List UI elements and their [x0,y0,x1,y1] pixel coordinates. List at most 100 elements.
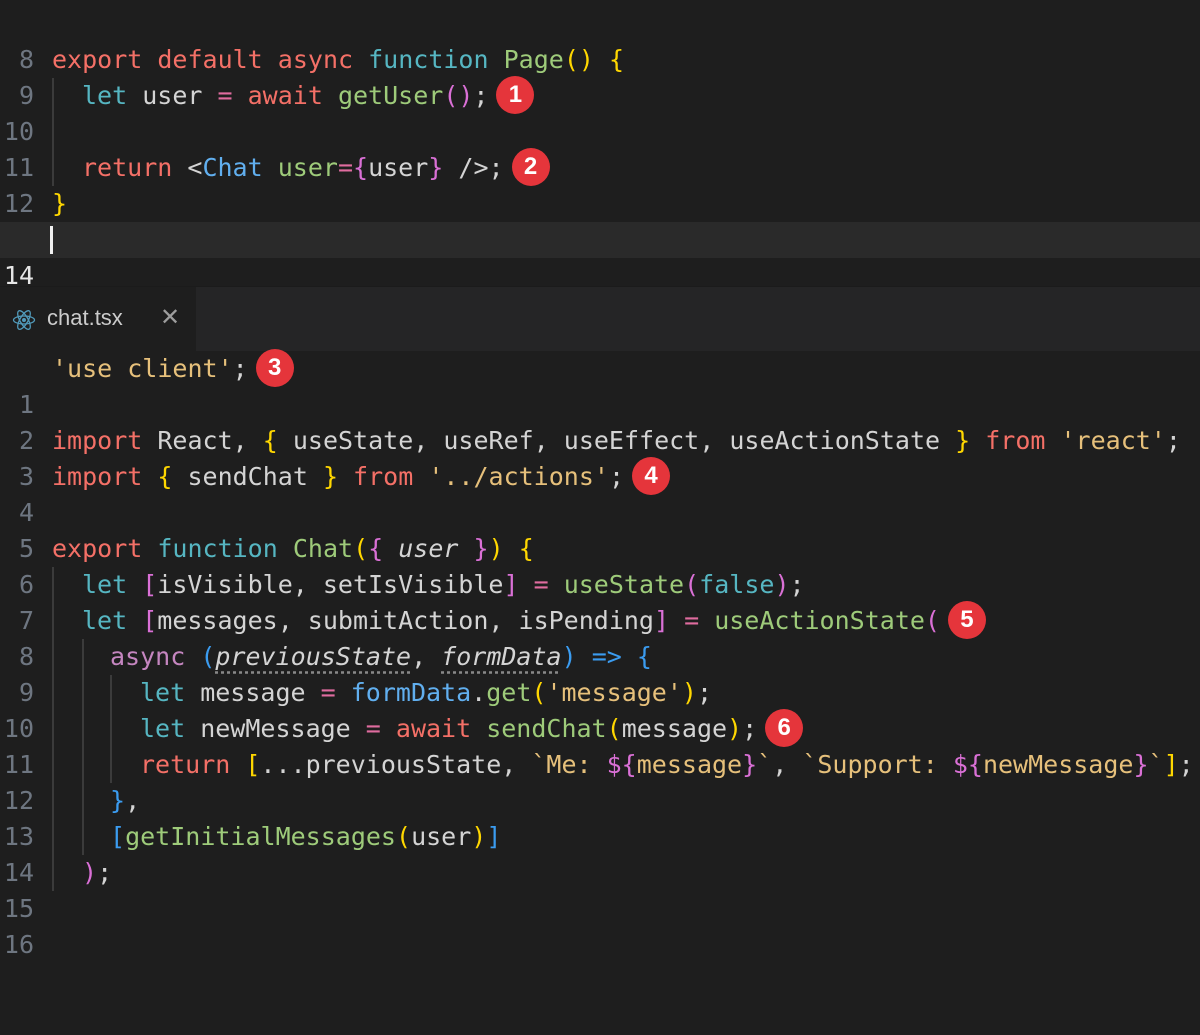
token: { [636,642,652,671]
token: ( [353,534,369,563]
token: useState [563,570,685,599]
token: Chat [292,534,354,563]
annotation-badge: 3 [255,349,294,387]
token: false [699,570,775,599]
token: } [110,786,126,815]
token: await [380,714,487,743]
code-line[interactable]: 11 [0,114,1200,182]
token: formData [335,678,472,707]
code-line[interactable]: 8 [0,6,1200,74]
code-text: let newMessage = await sendChat(message)… [140,709,804,749]
code-text: [getInitialMessages(user)] [110,819,501,855]
token: ) [561,642,577,671]
code-line[interactable]: 13 } [0,186,1200,254]
code-text: let message = formData.get('message'); [140,675,712,711]
indent-guide [110,747,112,783]
token: ( [531,678,547,707]
code-line[interactable]: 6 export function Chat({ user }) { [0,531,1200,599]
token: React, [142,426,263,455]
indent-guide [82,783,84,819]
token: `Me: [531,750,607,779]
token: message [636,750,743,779]
token: isVisible, setIsVisible [157,570,504,599]
code-line[interactable]: 2 [0,387,1200,455]
token: ] [653,606,670,635]
code-line[interactable]: 14 [getInitialMessages(user)] [0,819,1200,887]
token: '../actions' [428,462,609,491]
token: 'use client' [52,354,233,383]
code-line[interactable]: 13 }, [0,783,1200,851]
token: get [486,678,532,707]
token: ) [774,570,790,599]
code-line[interactable]: 1 'use client'; 3 [0,349,1200,419]
token: message [621,714,728,743]
token: { [609,45,625,74]
indent-guide [82,711,84,747]
token: ; [97,858,113,887]
code-line[interactable]: 16 [0,891,1200,959]
code-text: let [messages, submitAction, isPending] … [82,601,986,641]
token: { [142,462,173,491]
code-line[interactable]: 10 let message = formData.get('message')… [0,675,1200,743]
top-editor-pane[interactable]: 8 9 export default async function Page()… [0,6,1200,290]
token: useActionState [714,606,925,635]
annotation-badge: 2 [511,148,550,186]
code-line[interactable]: 9 async (previousState, formData) => { [0,639,1200,707]
token: ; [488,153,504,182]
token: ; [608,462,624,491]
token: getUser [337,81,444,110]
token: ...previousState, [260,750,532,779]
token: { [353,153,369,182]
indent-guide [52,114,54,150]
token: ( [684,570,700,599]
code-line[interactable]: 4 import { sendChat } from '../actions';… [0,457,1200,527]
close-icon[interactable]: ✕ [160,287,180,349]
token: user [142,81,203,110]
code-line[interactable]: 12 return [...previousState, `Me: ${mess… [0,747,1200,815]
code-line[interactable]: 7 let [isVisible, setIsVisible] = useSta… [0,567,1200,635]
code-line[interactable]: 9 export default async function Page() { [0,42,1200,110]
token: let [82,570,128,599]
token: ; [1178,750,1194,779]
indent-guide [82,675,84,711]
code-line[interactable]: 8 let [messages, submitAction, isPending… [0,601,1200,671]
indent-guide [52,78,54,114]
token: user [277,153,338,182]
token: = [365,714,381,743]
token: [ [110,822,126,851]
token: ; [232,354,248,383]
code-line[interactable]: 15 ); [0,855,1200,923]
token: = [518,570,564,599]
token: ; [473,81,489,110]
indent-guide [52,855,54,891]
bottom-editor-pane[interactable]: 1 'use client'; 3 2 3 import React, { use… [0,349,1200,959]
token: ( [606,714,622,743]
token: `Support: [802,750,953,779]
text-cursor [50,226,53,254]
indent-guide [52,567,54,603]
token: , [125,786,141,815]
code-text: let [isVisible, setIsVisible] = useState… [82,567,805,603]
code-line[interactable]: 3 import React, { useState, useRef, useE… [0,423,1200,491]
tab-chat-tsx[interactable]: chat.tsx ✕ [0,287,196,351]
code-text: return <Chat user={user} />; 2 [82,148,550,188]
token: async [277,45,354,74]
token: ) [488,534,504,563]
code-line[interactable]: 11 let newMessage = await sendChat(messa… [0,709,1200,779]
token: return [82,153,173,182]
token: sendChat [486,714,607,743]
token: ; [696,678,713,707]
token: 'react' [1060,426,1166,455]
token: newMessage [185,714,366,743]
code-editor[interactable]: 8 9 export default async function Page()… [0,6,1200,959]
token: { [503,534,534,563]
current-line[interactable]: 14 [0,222,1200,290]
code-line[interactable]: 12 return <Chat user={user} />; 2 [0,148,1200,218]
token: = [217,81,233,110]
code-line[interactable]: 5 [0,495,1200,563]
token: ${ [952,750,983,779]
indent-guide [110,675,112,711]
token: /> [443,153,489,182]
tab-bar: chat.tsx ✕ [0,286,1200,351]
code-line[interactable]: 10 let user = await getUser(); 1 [0,76,1200,146]
